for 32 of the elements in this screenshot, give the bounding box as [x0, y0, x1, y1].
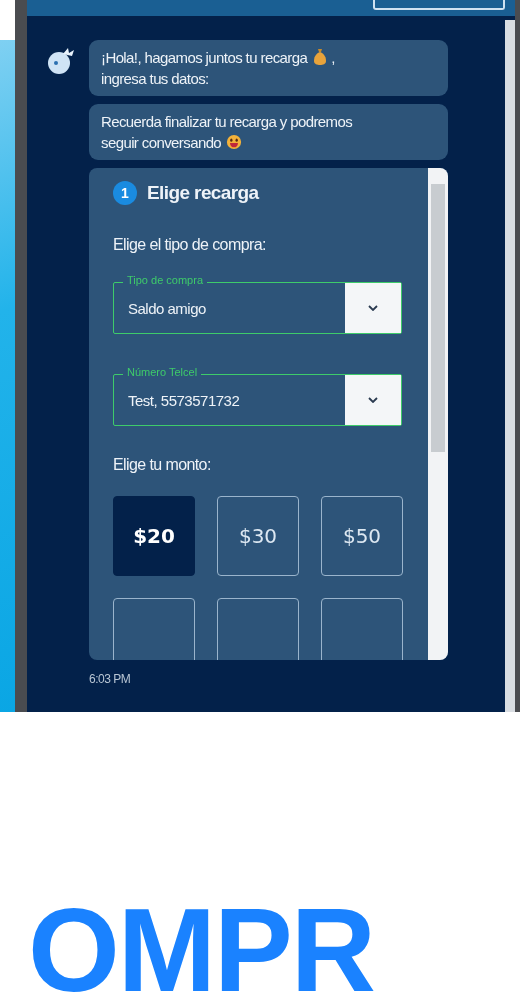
prompt-label: Elige tu monto:: [113, 456, 212, 475]
chevron-down-icon: [368, 305, 378, 311]
prompt-label: Elige el tipo de compra:: [113, 236, 267, 255]
field-label: Número Telcel: [123, 365, 202, 379]
amount-button[interactable]: [113, 598, 195, 660]
amount-button[interactable]: $20: [113, 496, 195, 576]
bot-avatar-icon: [46, 46, 76, 76]
step-number: 1: [113, 181, 137, 205]
message-text: ingresa tus datos:: [101, 70, 209, 87]
banner-title: OMPR: [28, 891, 374, 1001]
money-bag-icon: [312, 48, 329, 66]
field-value: Saldo amigo: [127, 299, 207, 317]
scrollbar[interactable]: [428, 168, 448, 660]
scrollbar-thumb[interactable]: [431, 184, 445, 452]
message-text: seguir conversando: [101, 134, 222, 151]
dropdown-button[interactable]: [345, 375, 401, 425]
message-text: Recuerda finalizar tu recarga y podremos: [101, 113, 353, 130]
step-title: Elige recarga: [147, 182, 259, 204]
dropdown-button[interactable]: [345, 283, 401, 333]
amount-button[interactable]: [321, 598, 403, 660]
smiling-face-icon: [226, 133, 243, 151]
header-button[interactable]: [373, 0, 505, 10]
scrollbar[interactable]: [505, 20, 515, 712]
chevron-down-icon: [368, 397, 378, 403]
amount-button[interactable]: [217, 598, 299, 660]
message-text: ,: [331, 49, 335, 66]
amount-button[interactable]: $30: [217, 496, 299, 576]
message-text: ¡Hola!, hagamos juntos tu recarga: [101, 49, 308, 66]
field-label: Tipo de compra: [123, 273, 208, 287]
amount-button[interactable]: $50: [321, 496, 403, 576]
message-time: 6:03 PM: [89, 672, 132, 686]
field-value: Test, 5573571732: [127, 391, 241, 409]
